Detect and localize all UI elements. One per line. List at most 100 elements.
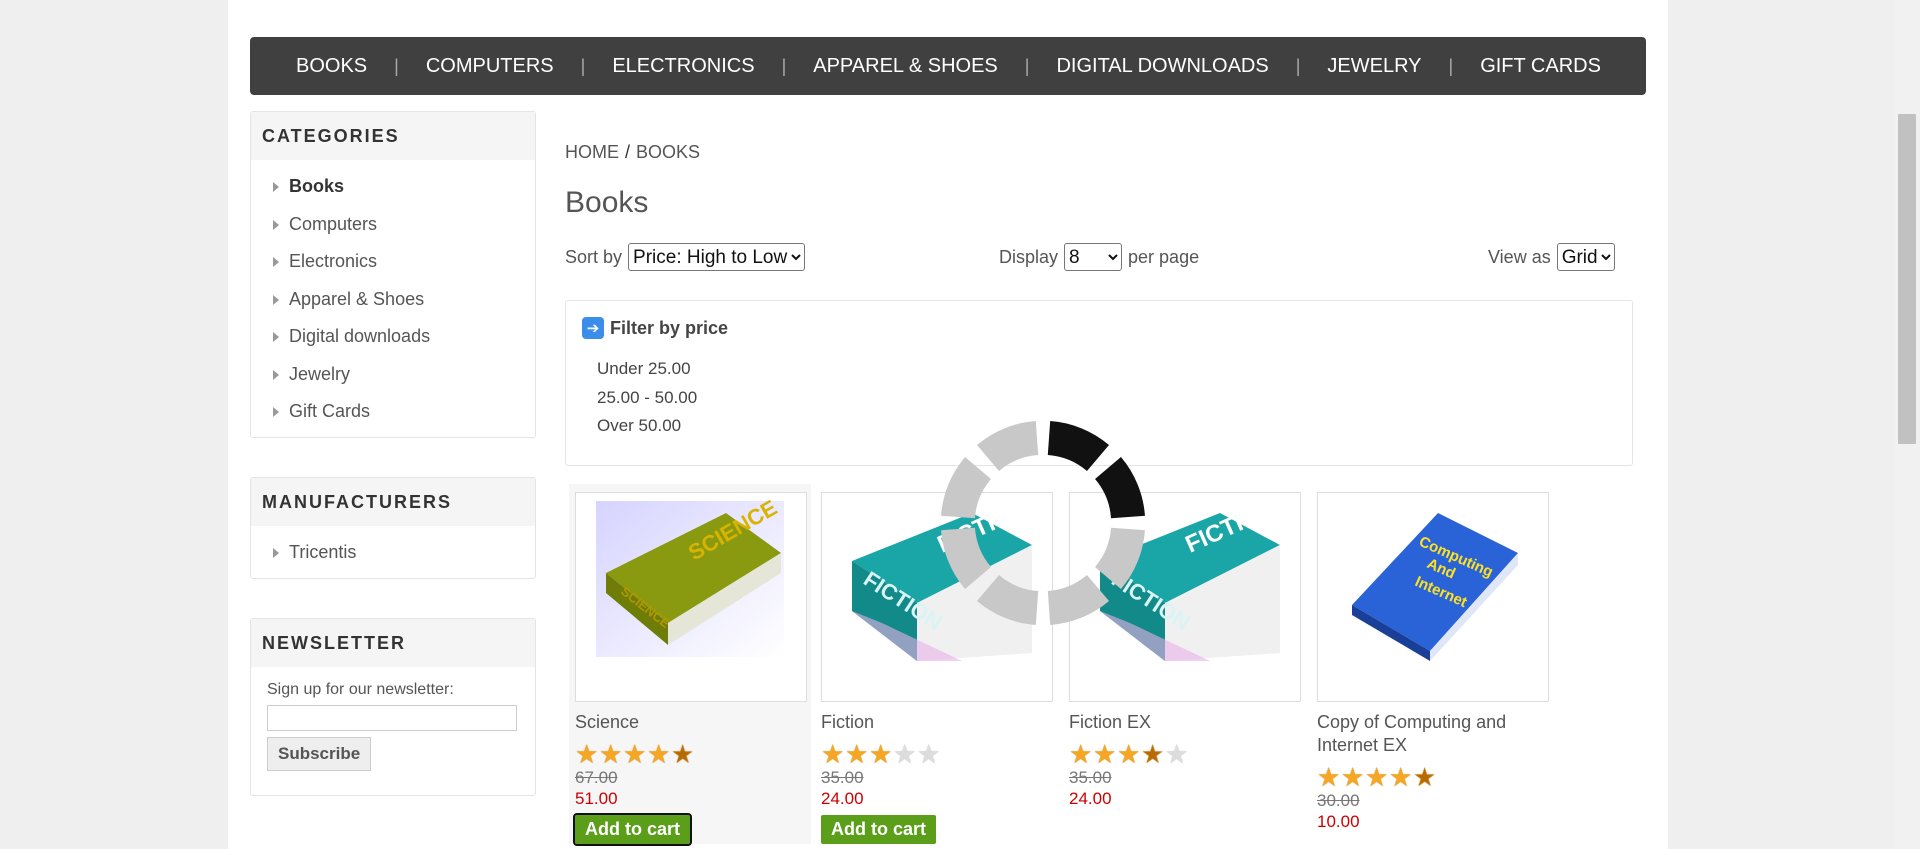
actual-price: 10.00 <box>1317 812 1360 831</box>
star-half-icon: ★ <box>1141 739 1165 769</box>
triangle-right-icon <box>273 257 279 267</box>
breadcrumb-home[interactable]: HOME <box>565 142 619 162</box>
category-label: Gift Cards <box>289 401 371 421</box>
triangle-right-icon <box>273 182 279 192</box>
menu-label: COMPUTERS <box>425 54 554 77</box>
price-range-25-50[interactable]: 25.00 - 50.00 <box>597 388 697 417</box>
star-full-icon: ★ <box>1389 762 1413 792</box>
menu-item-digital-downloads[interactable]: DIGITAL DOWNLOADS <box>1035 55 1289 78</box>
sort-group: Sort by Price: High to Low <box>565 242 811 272</box>
categories-title: CATEGORIES <box>251 112 535 160</box>
category-item-gift-cards[interactable]: Gift Cards <box>273 393 535 431</box>
menu-label: ELECTRONICS <box>612 54 755 77</box>
category-item-books[interactable]: Books <box>273 168 535 206</box>
actual-price: 24.00 <box>821 789 864 808</box>
science-book-image: SCIENCE SCIENCE <box>596 495 784 657</box>
price-range-list: Under 25.00 25.00 - 50.00 Over 50.00 <box>597 359 697 445</box>
breadcrumb-separator: / <box>625 142 631 162</box>
star-empty-icon: ★ <box>917 739 941 769</box>
manufacturers-block: MANUFACTURERS Tricentis <box>250 477 536 579</box>
category-item-computers[interactable]: Computers <box>273 206 535 244</box>
category-item-electronics[interactable]: Electronics <box>273 243 535 281</box>
product-title[interactable]: Fiction EX <box>1069 711 1301 734</box>
price-range-over-50[interactable]: Over 50.00 <box>597 416 697 445</box>
view-mode-select[interactable]: Grid <box>1556 243 1615 271</box>
page-scrollbar[interactable] <box>1894 0 1920 849</box>
star-full-icon: ★ <box>845 739 869 769</box>
triangle-right-icon <box>273 548 279 558</box>
triangle-right-icon <box>273 407 279 417</box>
star-full-icon: ★ <box>1341 762 1365 792</box>
product-item: Computing And Internet Copy of Computing… <box>1317 484 1551 832</box>
loading-spinner-icon <box>941 421 1145 625</box>
menu-separator: | <box>394 55 399 76</box>
menu-label: BOOKS <box>296 54 368 77</box>
product-image[interactable]: SCIENCE SCIENCE <box>575 492 807 702</box>
product-rating: ★ ★ ★ ★ ★ <box>821 739 1055 769</box>
menu-item-gift-cards[interactable]: GIFT CARDS <box>1459 55 1622 78</box>
category-label: Apparel & Shoes <box>289 288 425 309</box>
menu-label: GIFT CARDS <box>1480 54 1601 77</box>
menu-item-apparel-shoes[interactable]: APPAREL & SHOES <box>792 55 1019 78</box>
star-full-icon: ★ <box>869 739 893 769</box>
page-title: Books <box>565 186 649 219</box>
manufacturers-list: Tricentis <box>251 526 535 578</box>
category-label: Computers <box>289 213 378 234</box>
newsletter-email-field[interactable] <box>267 705 517 731</box>
product-title[interactable]: Fiction <box>821 711 1053 734</box>
product-rating: ★ ★ ★ ★ ★ <box>1317 762 1551 792</box>
star-empty-icon: ★ <box>1165 739 1189 769</box>
product-title[interactable]: Copy of Computing and Internet EX <box>1317 711 1549 757</box>
star-half-icon: ★ <box>671 739 695 769</box>
add-to-cart-button[interactable]: Add to cart <box>572 813 693 846</box>
star-empty-icon: ★ <box>893 739 917 769</box>
view-group: View as Grid <box>1488 242 1621 272</box>
sort-select[interactable]: Price: High to Low <box>628 243 806 271</box>
category-item-digital-downloads[interactable]: Digital downloads <box>273 318 535 356</box>
newsletter-label: Sign up for our newsletter: <box>267 681 454 698</box>
menu-separator: | <box>1295 55 1301 76</box>
manufacturers-title: MANUFACTURERS <box>251 478 535 526</box>
actual-price: 51.00 <box>575 789 618 808</box>
star-full-icon: ★ <box>575 739 599 769</box>
menu-item-computers[interactable]: COMPUTERS <box>405 55 575 78</box>
category-label: Jewelry <box>289 363 351 384</box>
category-item-apparel-shoes[interactable]: Apparel & Shoes <box>273 281 535 319</box>
menu-separator: | <box>580 55 586 76</box>
subscribe-button[interactable]: Subscribe <box>267 737 372 771</box>
price-range-under-25[interactable]: Under 25.00 <box>597 359 697 388</box>
star-half-icon: ★ <box>1413 762 1437 792</box>
category-item-jewelry[interactable]: Jewelry <box>273 356 535 394</box>
star-full-icon: ★ <box>647 739 671 769</box>
star-full-icon: ★ <box>1317 762 1341 792</box>
menu-item-books[interactable]: BOOKS <box>276 55 388 78</box>
product-image[interactable]: Computing And Internet <box>1317 492 1549 702</box>
filter-title-text: Filter by price <box>610 317 729 338</box>
scrollbar-thumb[interactable] <box>1898 114 1916 444</box>
menu-separator: | <box>1024 55 1030 76</box>
display-label: Display <box>999 246 1059 267</box>
menu-label: JEWELRY <box>1327 54 1422 77</box>
display-group: Display 8 per page <box>999 242 1199 272</box>
product-toolbar: Sort by Price: High to Low Display 8 per… <box>565 242 1635 272</box>
triangle-right-icon <box>273 294 279 305</box>
product-rating: ★ ★ ★ ★ ★ <box>575 739 811 769</box>
newsletter-title: NEWSLETTER <box>251 619 535 667</box>
star-full-icon: ★ <box>1365 762 1389 792</box>
menu-separator: | <box>1448 55 1454 76</box>
newsletter-body: Sign up for our newsletter: Subscribe <box>251 667 535 791</box>
sort-label: Sort by <box>565 246 623 267</box>
add-to-cart-button[interactable]: Add to cart <box>821 815 937 844</box>
product-item: SCIENCE SCIENCE Science ★ ★ ★ ★ ★ 67.00 … <box>569 484 811 846</box>
menu-item-electronics[interactable]: ELECTRONICS <box>591 55 775 78</box>
page-size-select[interactable]: 8 <box>1064 243 1123 271</box>
menu-item-jewelry[interactable]: JEWELRY <box>1306 55 1442 78</box>
filter-title: ➔ Filter by price <box>582 317 728 339</box>
product-title[interactable]: Science <box>575 711 807 734</box>
categories-block: CATEGORIES Books Computers Electronics A… <box>250 111 536 438</box>
old-price: 30.00 <box>1317 791 1360 810</box>
triangle-right-icon <box>273 369 279 380</box>
triangle-right-icon <box>273 332 279 342</box>
manufacturer-item-tricentis[interactable]: Tricentis <box>273 534 535 572</box>
old-price: 67.00 <box>575 768 618 787</box>
